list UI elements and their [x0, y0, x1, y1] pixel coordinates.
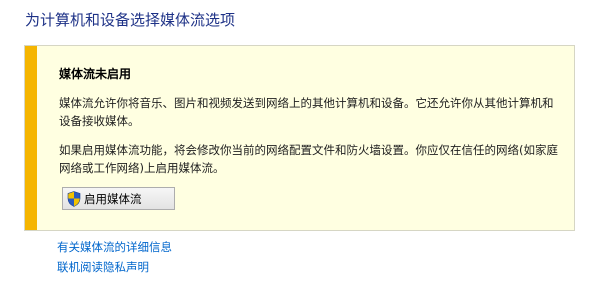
privacy-statement-link[interactable]: 联机阅读隐私声明: [57, 259, 149, 275]
notice-paragraph-warning: 如果启用媒体流功能，将会修改你当前的网络配置文件和防火墙设置。你应仅在信任的网络…: [59, 143, 558, 175]
page-title: 为计算机和设备选择媒体流选项: [25, 11, 236, 29]
warning-stripe: [25, 46, 37, 230]
notice-paragraph-description: 媒体流允许你将音乐、图片和视频发送到网络上的其他计算机和设备。它还允许你从其他计…: [59, 96, 554, 128]
more-info-link[interactable]: 有关媒体流的详细信息: [57, 239, 172, 255]
notice-heading: 媒体流未启用: [59, 67, 132, 81]
enable-button-label: 启用媒体流: [84, 191, 142, 206]
media-streaming-notice: 媒体流未启用 媒体流允许你将音乐、图片和视频发送到网络上的其他计算机和设备。它还…: [24, 45, 575, 231]
enable-media-streaming-button[interactable]: 启用媒体流: [62, 187, 175, 210]
uac-shield-icon: [67, 190, 81, 207]
